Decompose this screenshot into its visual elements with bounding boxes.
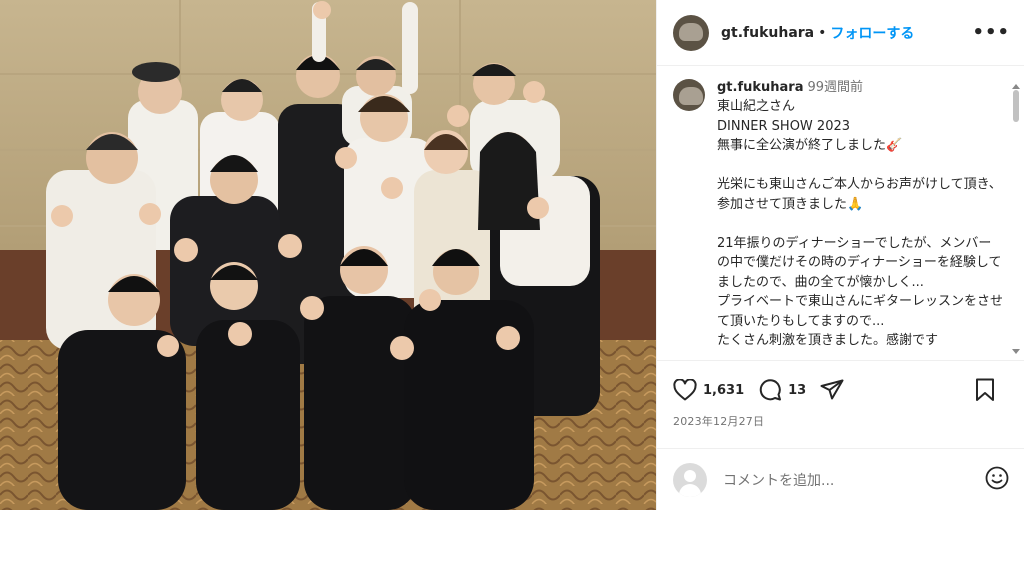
action-row: 1,631 13 — [673, 377, 1009, 403]
caption-body: gt.fukuhara 99週間前 東山紀之さん DINNER SHOW 2023… — [717, 79, 1003, 351]
caption-avatar[interactable] — [673, 79, 705, 111]
save-button[interactable] — [975, 378, 995, 402]
caption-time: 99週間前 — [807, 80, 864, 95]
like-count: 1,631 — [703, 382, 745, 398]
emoji-icon — [985, 466, 1009, 489]
emoji-button[interactable] — [985, 466, 1009, 494]
post-header: gt.fukuhara • フォローする ••• — [657, 0, 1024, 66]
follow-button[interactable]: フォローする — [830, 23, 914, 43]
post-sidebar: gt.fukuhara • フォローする ••• gt.fukuhara 99週間… — [656, 0, 1024, 510]
comment-input[interactable]: コメントを追加... — [723, 470, 985, 490]
caption-header: gt.fukuhara 99週間前 — [717, 79, 1003, 97]
bookmark-icon — [976, 378, 994, 401]
heart-icon — [673, 379, 697, 401]
share-button[interactable] — [820, 379, 844, 401]
like-button[interactable]: 1,631 — [673, 379, 744, 401]
caption-area: gt.fukuhara 99週間前 東山紀之さん DINNER SHOW 2023… — [657, 67, 1024, 359]
group-photo-image — [0, 0, 656, 510]
caption-scrollbar[interactable] — [1012, 84, 1020, 354]
avatar-head — [684, 469, 696, 482]
caption-row: gt.fukuhara 99週間前 東山紀之さん DINNER SHOW 2023… — [673, 79, 1003, 351]
comment-button[interactable]: 13 — [758, 378, 806, 402]
post-date: 2023年12月27日 — [673, 415, 765, 428]
scroll-up-arrow-icon[interactable] — [1012, 84, 1020, 89]
send-icon — [820, 379, 844, 400]
author-username[interactable]: gt.fukuhara — [721, 25, 814, 41]
author-avatar[interactable] — [673, 14, 709, 51]
action-section: 1,631 13 2023年12月27日 — [657, 360, 1024, 429]
comment-count: 13 — [788, 382, 807, 398]
caption-username[interactable]: gt.fukuhara — [717, 80, 803, 95]
scroll-down-arrow-icon[interactable] — [1012, 349, 1020, 354]
avatar-body — [679, 483, 701, 497]
user-avatar-placeholder — [673, 462, 707, 497]
instagram-post: gt.fukuhara • フォローする ••• gt.fukuhara 99週間… — [0, 0, 1024, 510]
scroll-thumb[interactable] — [1013, 90, 1019, 122]
more-icon[interactable]: ••• — [972, 22, 1010, 43]
comment-icon — [759, 379, 782, 401]
caption-text: 東山紀之さん DINNER SHOW 2023 無事に全公演が終了しました🎸 光… — [717, 99, 1004, 348]
comment-bar: コメントを追加... — [657, 448, 1024, 510]
header-separator: • — [818, 24, 827, 41]
post-photo[interactable] — [0, 0, 656, 510]
